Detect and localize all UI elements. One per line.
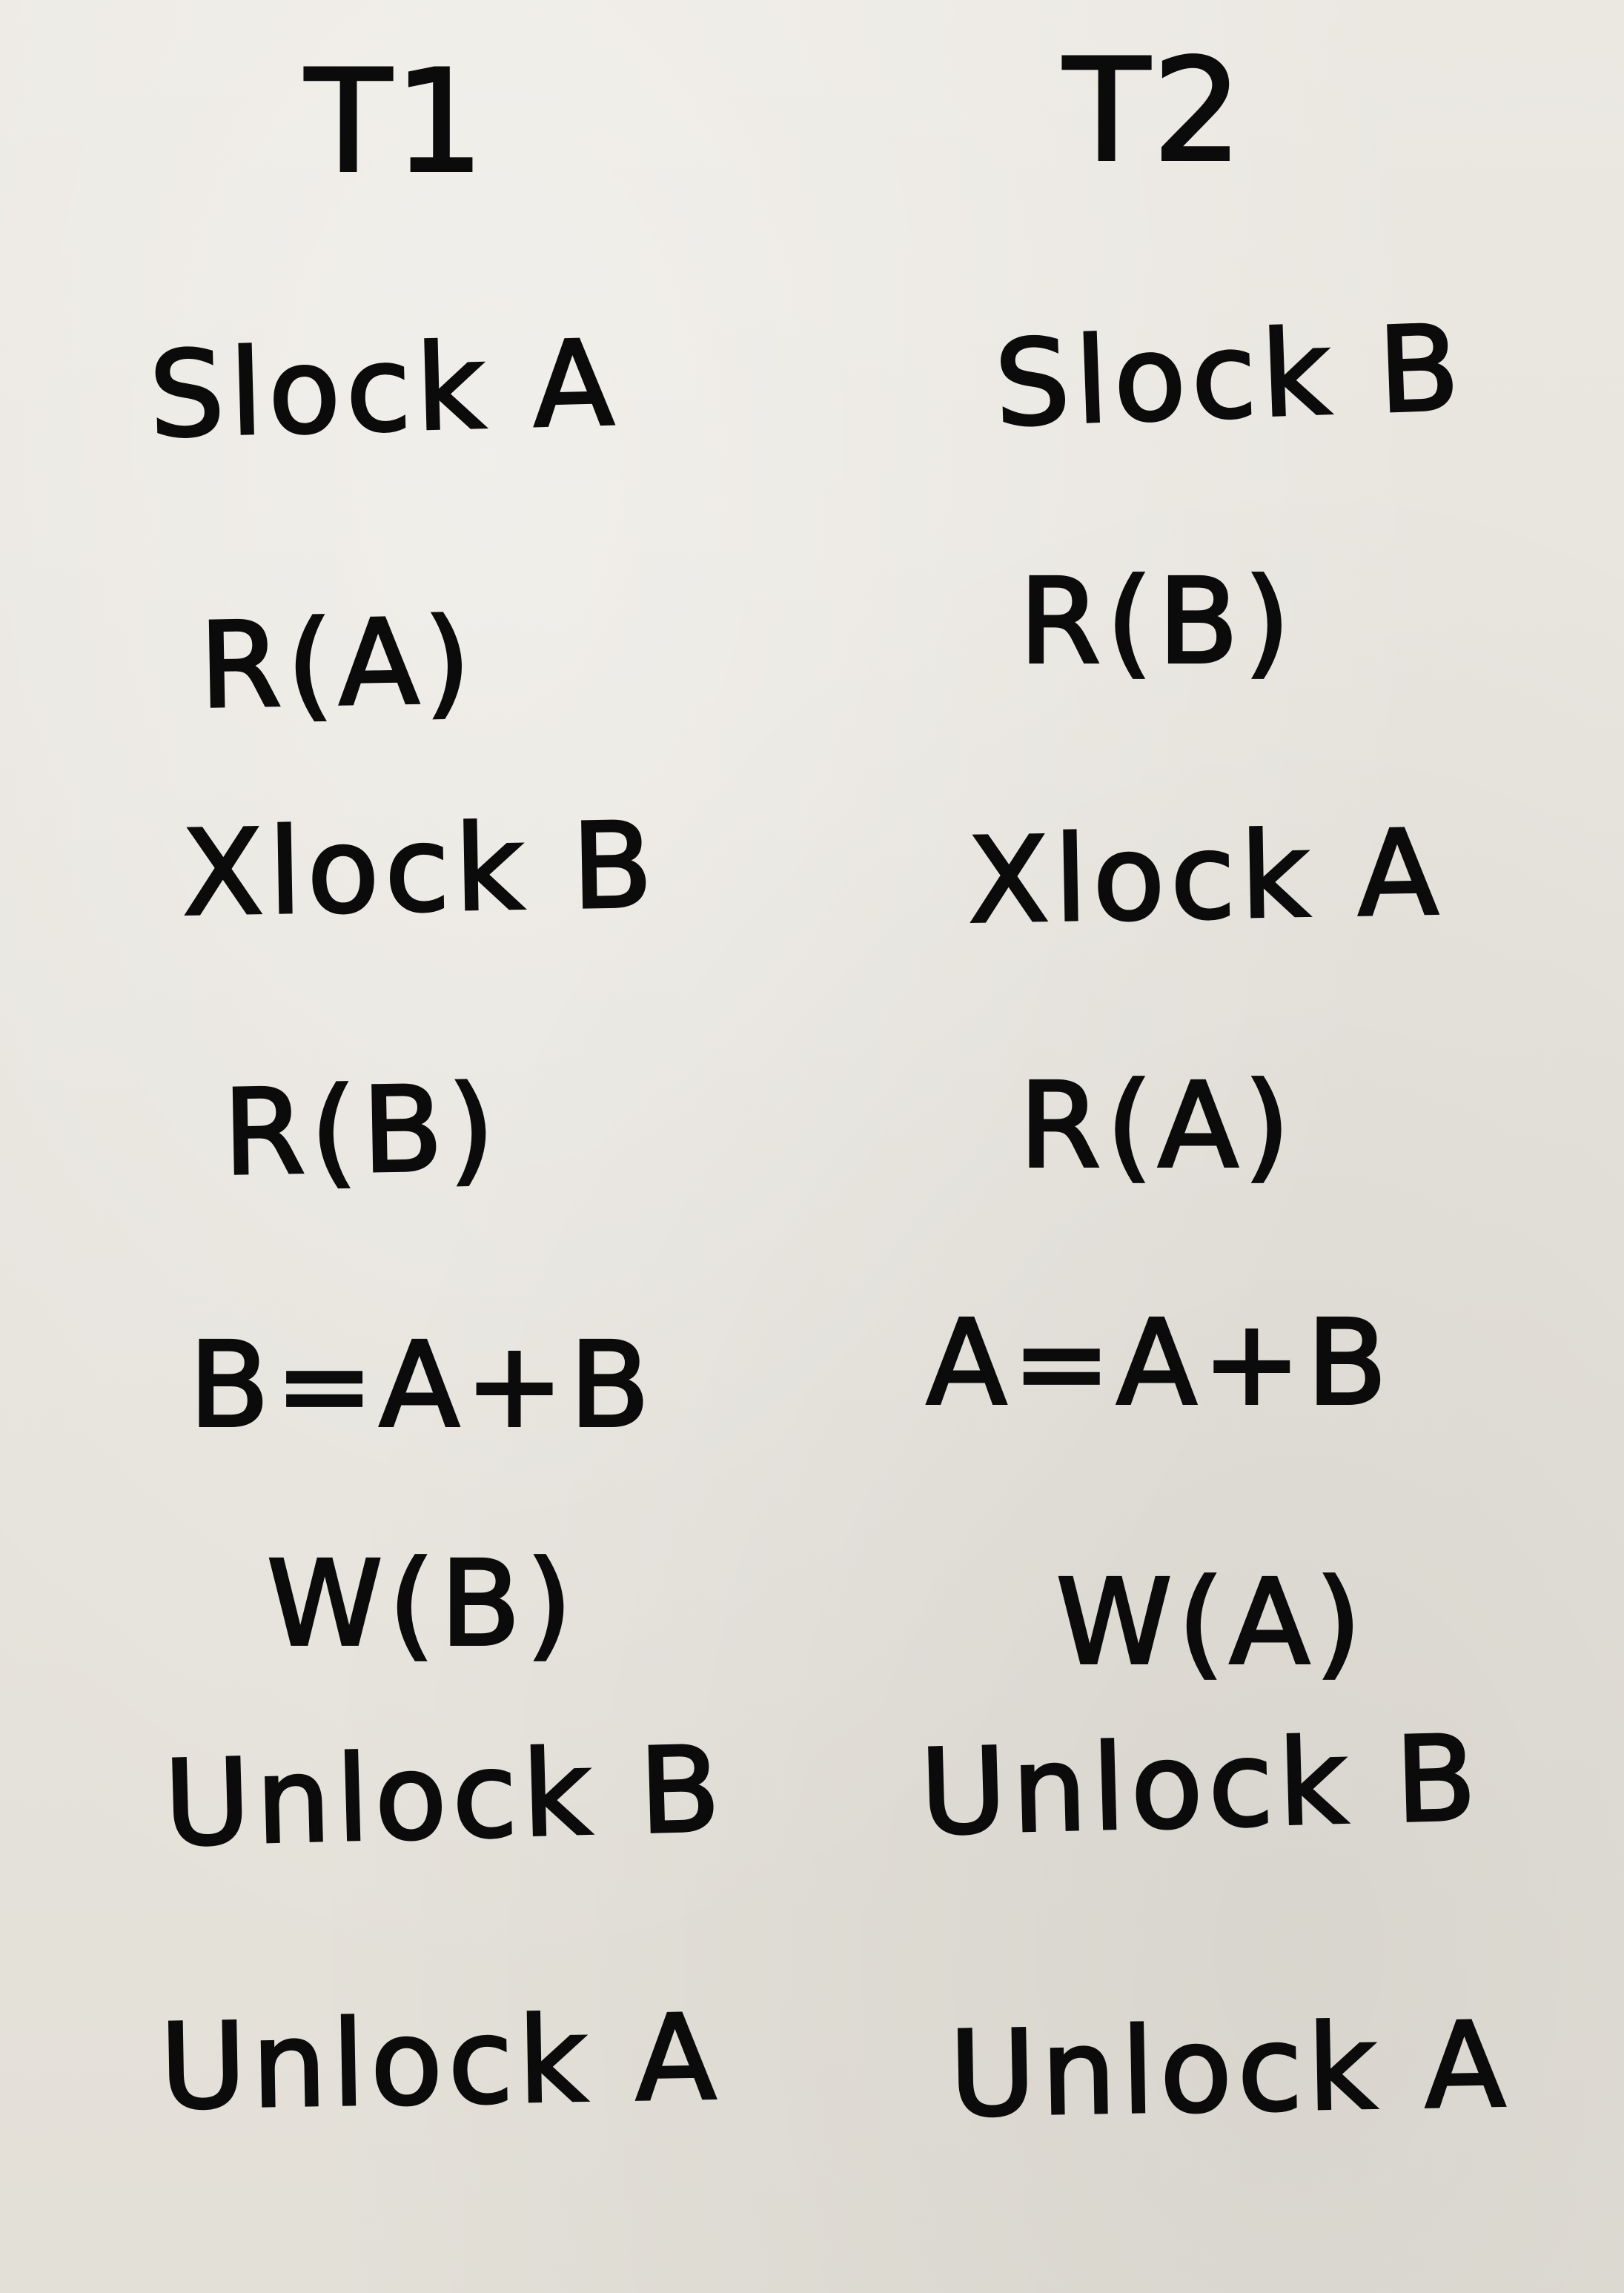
t2-header: T2 [1062,29,1245,193]
t2-step-1: Slock B [992,299,1469,454]
t2-step-2: R(B) [1018,554,1296,690]
t1-step-7: Unlock B [162,1720,729,1874]
t2-step-8: Unlock A [947,1996,1514,2145]
t1-header: T1 [304,40,487,204]
t2-step-7: Unlock B [918,1709,1485,1863]
t1-step-6: W(B) [265,1536,578,1672]
t2-step-5: A=A+B [925,1295,1393,1432]
notebook-page: T1 T2 Slock A R(A) Xlock B R(B) B=A+B W(… [0,0,1624,2293]
t1-step-8: Unlock A [158,1988,724,2137]
t2-step-6: W(A) [1055,1555,1368,1691]
t1-step-3: Xlock B [180,796,661,944]
t2-step-3: Xlock A [966,804,1447,951]
t1-step-4: R(B) [221,1059,503,1202]
t2-step-4: R(A) [1018,1058,1296,1194]
t1-step-2: R(A) [197,592,479,735]
t1-step-1: Slock A [147,314,623,466]
t1-step-5: B=A+B [188,1317,656,1454]
